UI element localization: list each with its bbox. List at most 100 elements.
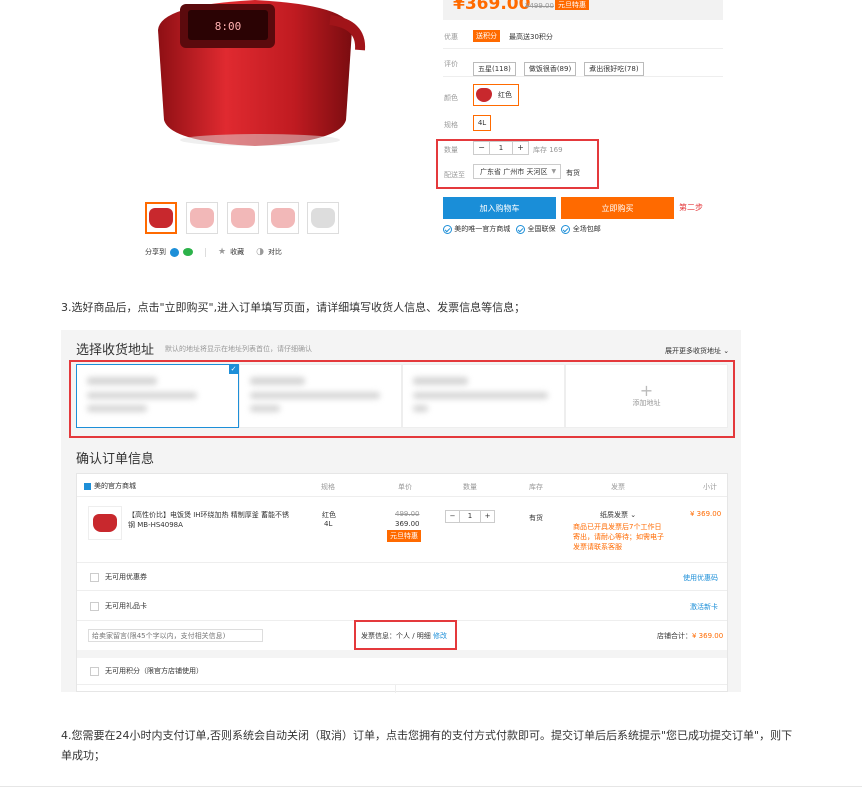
coupon-checkbox[interactable] xyxy=(90,572,99,582)
store-name: 美的官方商城 xyxy=(84,481,136,491)
star-icon[interactable]: ★ xyxy=(218,247,226,257)
svg-text:8:00: 8:00 xyxy=(215,20,242,33)
chevron-down-icon: ▼ xyxy=(551,168,557,175)
thumbnail[interactable] xyxy=(145,202,177,234)
selected-check-icon: ✓ xyxy=(229,365,238,374)
table-header: 数量 xyxy=(463,483,477,491)
qty-input[interactable]: 1 xyxy=(490,142,512,154)
product-price: ¥369.00 xyxy=(453,0,531,14)
gift-card-link[interactable]: 激活新卡 xyxy=(690,602,718,612)
step-note: 第二步 xyxy=(679,203,703,212)
table-bottom-band xyxy=(77,650,727,658)
check-icon xyxy=(516,224,526,234)
plus-icon: + xyxy=(639,381,654,400)
points-row[interactable]: 无可用积分（限官方店铺使用） xyxy=(90,666,203,676)
guarantee-item: 美的唯一官方商城 xyxy=(443,224,510,234)
favorite-label[interactable]: 收藏 xyxy=(230,247,244,257)
review-tag[interactable]: 五星(118) xyxy=(473,62,516,76)
item-invoice-note: 商品已开具发票后7个工作日寄出，请耐心等待；如需电子发票请联系客服 xyxy=(573,523,664,551)
address-card[interactable] xyxy=(402,364,565,428)
review-label: 评价 xyxy=(444,60,458,68)
qty-plus-button[interactable]: + xyxy=(480,511,494,522)
gift-card-checkbox[interactable] xyxy=(90,601,99,611)
points-checkbox[interactable] xyxy=(90,666,99,676)
color-label: 颜色 xyxy=(444,94,458,102)
review-tags: 五星(118) 做饭很香(89) 煮出很好吃(78) xyxy=(473,56,652,76)
table-header: 小计 xyxy=(703,483,717,491)
checkout-screenshot: 选择收货地址 默认的地址将显示在地址列表首位，请仔细确认 展开更多收货地址 ⌄ … xyxy=(61,330,741,693)
address-card-selected[interactable]: ✓ xyxy=(76,364,239,428)
item-name[interactable]: 【高性价比】电饭煲 IH环绕加热 精制厚釜 蓄能不锈钢 MB-HS4098A xyxy=(128,510,293,530)
thumbnail[interactable] xyxy=(267,202,299,234)
thumbnail[interactable] xyxy=(227,202,259,234)
address-expand-link[interactable]: 展开更多收货地址 ⌄ xyxy=(665,346,729,356)
qty-minus-button[interactable]: − xyxy=(446,511,460,522)
check-icon xyxy=(443,224,452,234)
table-header: 单价 xyxy=(398,483,412,491)
coupon-row[interactable]: 无可用优惠券 xyxy=(90,572,147,582)
ship-region-value: 广东省 广州市 天河区 xyxy=(480,167,548,176)
item-price: 369.00 xyxy=(395,520,420,528)
ship-status: 有货 xyxy=(566,169,580,177)
item-quantity-stepper: − 1 + xyxy=(445,510,495,523)
qty-plus-button[interactable]: + xyxy=(512,142,528,154)
buy-now-button[interactable]: 立即购买 xyxy=(561,197,674,219)
table-header: 规格 xyxy=(321,483,335,491)
color-value: 红色 xyxy=(498,91,512,99)
divider xyxy=(77,496,727,497)
item-badge: 元旦特惠 xyxy=(387,530,421,542)
table-header: 库存 xyxy=(529,483,543,491)
stock-text: 库存 169 xyxy=(533,146,563,154)
guarantee-item: 全场包邮 xyxy=(561,224,601,234)
promo-label: 优惠 xyxy=(444,33,458,41)
add-address-label: 添加地址 xyxy=(632,399,661,407)
address-title: 选择收货地址 xyxy=(76,343,155,358)
check-icon xyxy=(561,224,571,234)
item-invoice-type[interactable]: 纸质发票 ⌄ xyxy=(600,510,636,520)
spec-option-4l[interactable]: 4L xyxy=(473,115,491,131)
promo-tag: 送积分 xyxy=(473,30,500,42)
coupon-link[interactable]: 使用优惠码 xyxy=(683,573,718,583)
compare-icon[interactable]: ◑ xyxy=(256,247,264,257)
qty-input[interactable]: 1 xyxy=(460,511,480,522)
item-spec-size: 4L xyxy=(324,520,333,528)
table-header: 发票 xyxy=(611,483,625,491)
ship-region-select[interactable]: 广东省 广州市 天河区 ▼ xyxy=(473,164,561,179)
divider xyxy=(443,48,723,49)
message-input[interactable] xyxy=(88,629,263,642)
color-swatch-image xyxy=(476,88,492,102)
divider xyxy=(77,590,727,591)
thumbnail[interactable] xyxy=(307,202,339,234)
invoice-edit-link[interactable]: 修改 xyxy=(433,632,447,640)
address-hint: 默认的地址将显示在地址列表首位，请仔细确认 xyxy=(165,345,312,353)
wechat-icon[interactable] xyxy=(183,248,193,256)
divider xyxy=(77,684,727,685)
add-address-card[interactable]: + 添加地址 xyxy=(565,364,728,428)
color-option-red[interactable]: 红色 xyxy=(473,84,519,106)
review-tag[interactable]: 做饭很香(89) xyxy=(523,62,577,76)
invoice-info: 发票信息：个人 / 明细 修改 xyxy=(361,632,448,640)
price-bar: ¥369.00 ¥499.00 元旦特惠 xyxy=(443,0,723,20)
share-label: 分享到 xyxy=(145,248,166,256)
divider xyxy=(77,562,727,563)
quantity-stepper: − 1 + xyxy=(473,141,529,155)
item-stock: 有货 xyxy=(529,514,543,522)
guarantee-item: 全国联保 xyxy=(516,224,555,234)
gift-card-row[interactable]: 无可用礼品卡 xyxy=(90,601,147,611)
address-card[interactable] xyxy=(239,364,402,428)
qty-minus-button[interactable]: − xyxy=(474,142,490,154)
store-icon xyxy=(84,482,91,490)
chevron-down-icon: ⌄ xyxy=(723,347,730,355)
item-spec-color: 红色 xyxy=(322,511,336,519)
add-to-cart-button[interactable]: 加入购物车 xyxy=(443,197,556,219)
item-image[interactable] xyxy=(88,506,122,540)
qq-icon[interactable] xyxy=(170,247,179,257)
divider xyxy=(443,76,723,77)
chevron-down-icon: ⌄ xyxy=(630,511,637,519)
thumbnail[interactable] xyxy=(186,202,218,234)
item-old-price: 499.00 xyxy=(395,510,420,518)
promo-text: 最高送30积分 xyxy=(509,33,553,41)
compare-label[interactable]: 对比 xyxy=(268,247,282,257)
product-image: 8:00 xyxy=(140,0,370,150)
review-tag[interactable]: 煮出很好吃(78) xyxy=(584,62,644,76)
